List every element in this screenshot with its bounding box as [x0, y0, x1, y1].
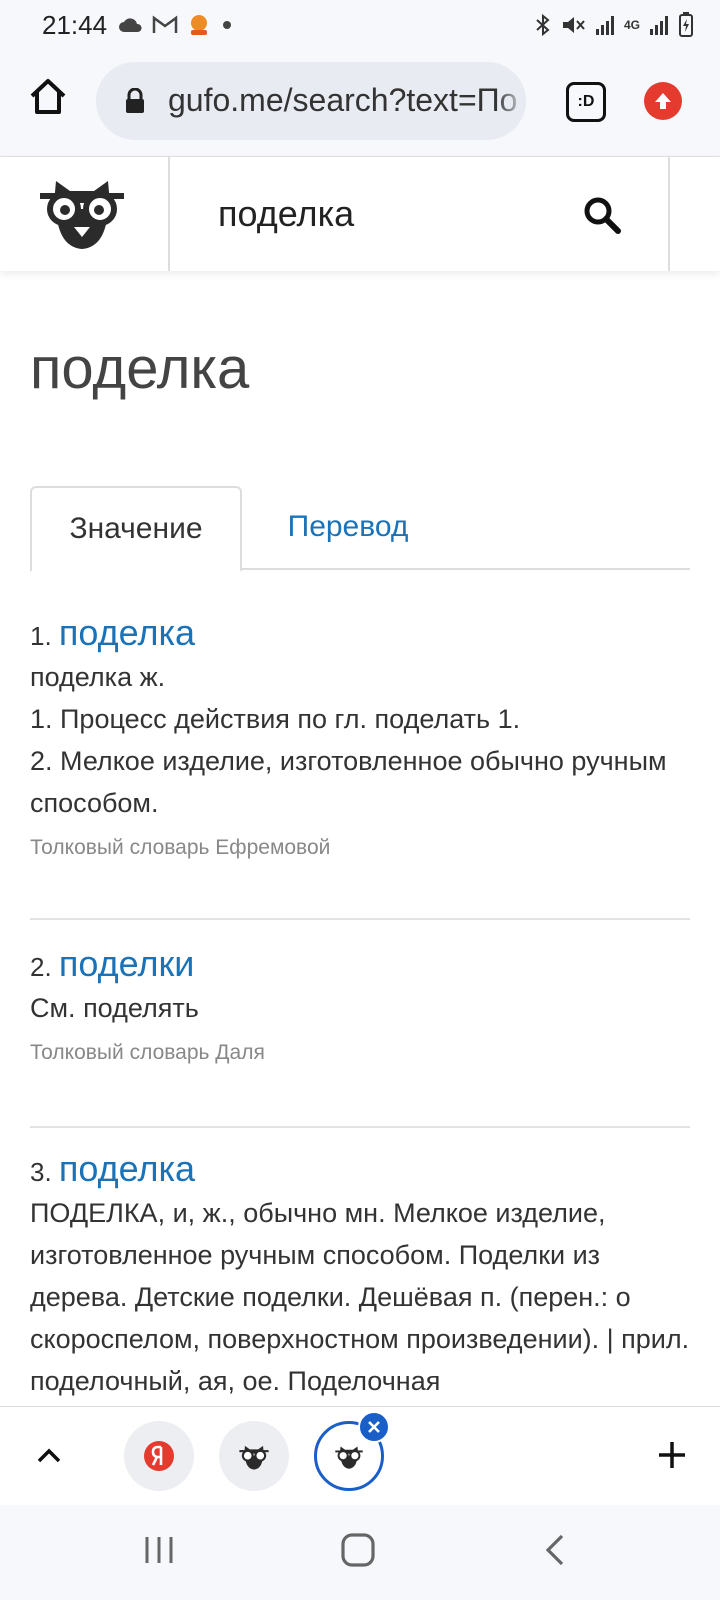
entry-link[interactable]: поделка [59, 612, 195, 653]
browser-tab-bar [0, 1406, 720, 1506]
signal-icon [650, 16, 668, 35]
divider [30, 1126, 690, 1128]
search-icon[interactable] [582, 195, 622, 235]
owl-logo-icon[interactable] [36, 169, 128, 251]
home-icon[interactable] [26, 74, 70, 118]
divider [30, 918, 690, 920]
status-right-icons: 4G [534, 12, 694, 38]
cloud-icon [119, 18, 142, 32]
entry-text: поделка ж. 1. Процесс действия по гл. по… [30, 662, 667, 818]
home-nav-icon[interactable] [339, 1531, 377, 1569]
mute-icon [562, 17, 585, 33]
app-icon [191, 15, 207, 35]
chevron-up-icon[interactable] [34, 1441, 64, 1471]
dot-icon [223, 21, 231, 29]
yandex-icon [144, 1441, 174, 1471]
owl-logo-icon [239, 1445, 269, 1470]
tabs-button[interactable]: :D [566, 82, 606, 122]
entry-number: 1. [30, 621, 52, 651]
site-header: поделка [0, 157, 720, 271]
status-time: 21:44 [42, 10, 108, 40]
entry-text: ПОДЕЛКА, и, ж., обычно мн. Мелкое издели… [30, 1198, 690, 1396]
battery-icon [679, 12, 693, 37]
url-text: gufo.me/search?text=По [168, 82, 518, 118]
entry-link[interactable]: поделка [59, 1148, 195, 1189]
page-title: поделка [30, 336, 250, 401]
network-label: 4G [623, 18, 640, 32]
entry-number: 3. [30, 1157, 52, 1187]
android-nav-bar [0, 1505, 720, 1600]
tab-gufo[interactable] [219, 1421, 289, 1491]
entry-number: 2. [30, 952, 52, 982]
address-bar[interactable]: gufo.me/search?text=По [96, 62, 526, 140]
browser-toolbar: gufo.me/search?text=По :D [0, 52, 720, 157]
new-tab-plus-icon[interactable] [656, 1439, 688, 1471]
tab-meaning[interactable]: Значение [30, 486, 242, 572]
close-icon [368, 1421, 380, 1433]
content-tabs: Значение Перевод [30, 486, 690, 572]
tab-translation[interactable]: Перевод [268, 486, 428, 568]
back-icon[interactable] [542, 1533, 566, 1567]
owl-logo-icon [335, 1446, 363, 1469]
status-left-icons [118, 12, 234, 38]
entry-source[interactable]: Толковый словарь Ефремовой [30, 836, 690, 860]
tab-yandex[interactable] [124, 1421, 194, 1491]
entry-text: См. поделять [30, 993, 199, 1023]
entry-link[interactable]: поделки [59, 943, 194, 984]
arrow-up-icon [655, 93, 671, 109]
gmail-icon [152, 15, 178, 33]
status-bar: 21:44 4G [0, 0, 720, 52]
bluetooth-icon [536, 13, 550, 37]
update-button[interactable] [644, 82, 682, 120]
recent-apps-icon[interactable] [142, 1533, 176, 1567]
definition-entry: 3. поделка ПОДЕЛКА, и, ж., обычно мн. Ме… [30, 1148, 690, 1406]
signal-icon [595, 16, 614, 35]
close-tab-button[interactable] [358, 1411, 390, 1443]
lock-icon [126, 88, 144, 113]
search-input[interactable]: поделка [218, 193, 354, 235]
definition-entry: 2. поделки См. поделять Толковый словарь… [30, 943, 690, 1065]
definition-entry: 1. поделка поделка ж. 1. Процесс действи… [30, 612, 690, 860]
entry-source[interactable]: Толковый словарь Даля [30, 1041, 690, 1065]
